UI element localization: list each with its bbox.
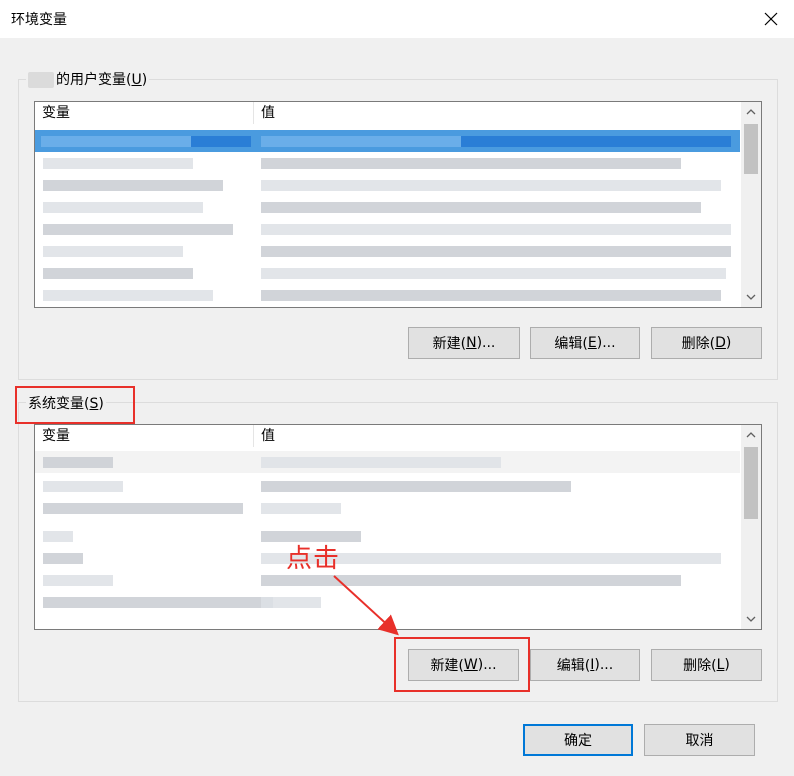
cancel-button[interactable]: 取消 (644, 724, 755, 756)
system-variables-list[interactable]: 变量 值 (34, 424, 762, 630)
list-item[interactable] (35, 174, 740, 196)
chevron-down-icon (746, 294, 756, 300)
list-item[interactable] (35, 451, 740, 473)
list-item[interactable] (35, 196, 740, 218)
list-item[interactable] (35, 240, 740, 262)
list-item[interactable] (35, 475, 740, 497)
ok-button[interactable]: 确定 (523, 724, 633, 756)
list-item[interactable] (35, 569, 740, 591)
column-header-variable[interactable]: 变量 (35, 425, 70, 447)
list-item[interactable] (35, 218, 740, 240)
list-item[interactable] (35, 152, 740, 174)
close-icon (764, 12, 778, 26)
scroll-thumb[interactable] (744, 447, 758, 519)
list-item[interactable] (35, 284, 740, 306)
system-edit-button[interactable]: 编辑(I)... (530, 649, 640, 681)
list-item[interactable] (35, 262, 740, 284)
system-new-button[interactable]: 新建(W)... (408, 649, 519, 681)
list-item[interactable] (35, 525, 740, 547)
user-variables-list[interactable]: 变量 值 (34, 101, 762, 308)
user-list-header: 变量 值 (35, 102, 740, 124)
list-item[interactable] (35, 547, 740, 569)
user-edit-button[interactable]: 编辑(E)... (530, 327, 640, 359)
chevron-up-icon (746, 432, 756, 438)
annotation-label: 点击 (286, 544, 341, 574)
column-header-value[interactable]: 值 (254, 425, 275, 447)
user-list-scrollbar[interactable] (740, 102, 761, 307)
chevron-up-icon (746, 109, 756, 115)
system-list-header: 变量 值 (35, 425, 740, 447)
chevron-down-icon (746, 616, 756, 622)
list-item[interactable] (35, 130, 740, 152)
scroll-thumb[interactable] (744, 124, 758, 174)
user-delete-button[interactable]: 删除(D) (651, 327, 762, 359)
system-variables-label: 系统变量(S) (26, 393, 106, 413)
close-button[interactable] (748, 0, 794, 38)
column-header-value[interactable]: 值 (254, 102, 275, 124)
title-bar: 环境变量 (0, 0, 794, 38)
window-title: 环境变量 (11, 12, 67, 28)
scroll-up-button[interactable] (741, 102, 761, 122)
system-list-scrollbar[interactable] (740, 425, 761, 629)
environment-variables-dialog: 环境变量 的用户变量(U) 变量 值 新建(N)... 编辑(E)...… (0, 0, 794, 776)
system-delete-button[interactable]: 删除(L) (651, 649, 762, 681)
scroll-up-button[interactable] (741, 425, 761, 445)
user-variables-label: 的用户变量(U) (26, 69, 150, 89)
column-header-variable[interactable]: 变量 (35, 102, 70, 124)
list-item[interactable] (35, 497, 740, 519)
blurred-username (28, 72, 54, 88)
list-item[interactable] (35, 591, 740, 613)
scroll-down-button[interactable] (741, 609, 761, 629)
scroll-down-button[interactable] (741, 287, 761, 307)
user-new-button[interactable]: 新建(N)... (408, 327, 520, 359)
